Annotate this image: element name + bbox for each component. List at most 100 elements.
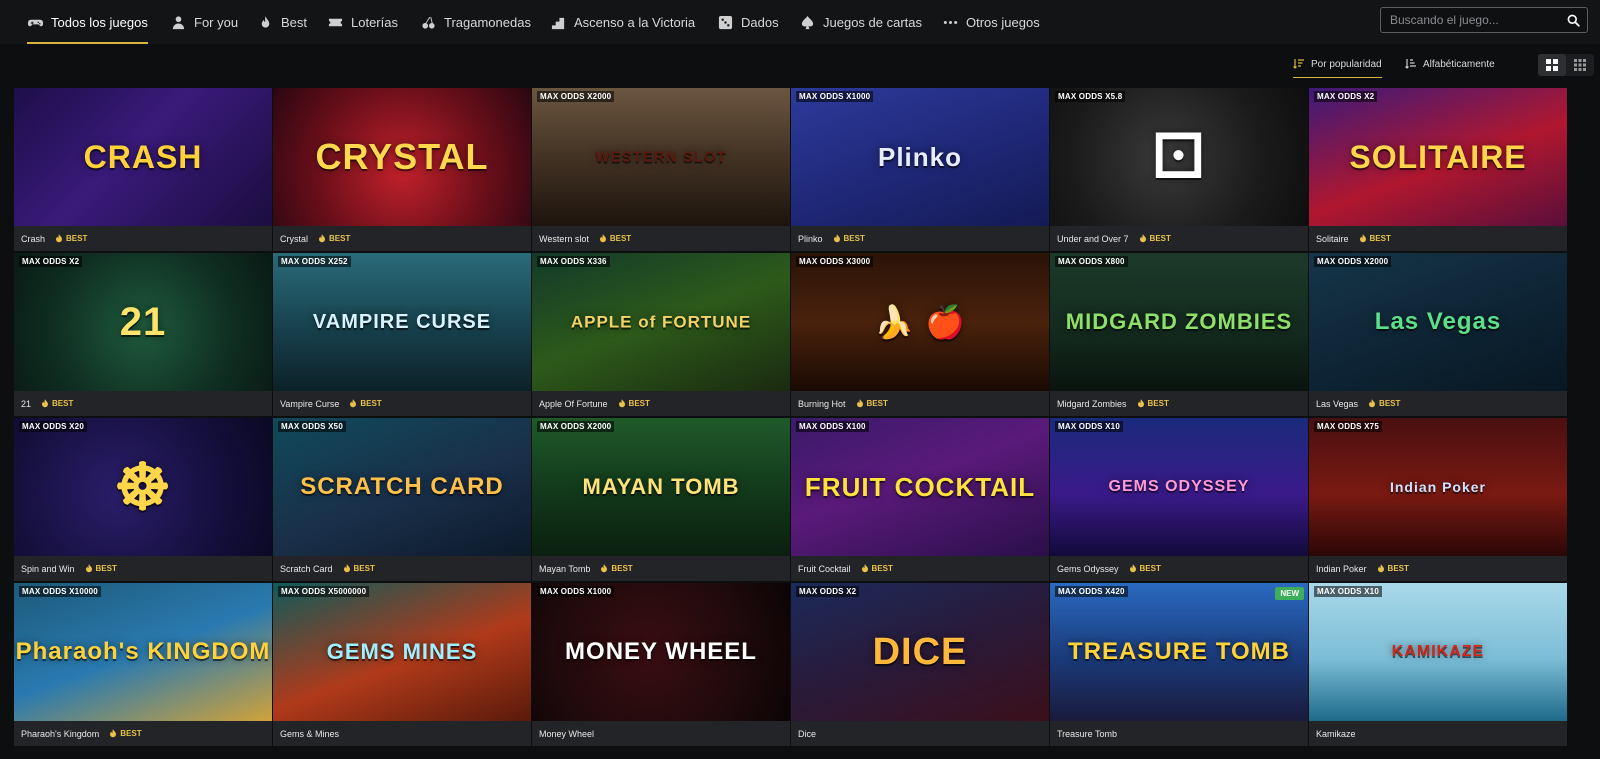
game-card[interactable]: VAMPIRE CURSE MAX ODDS X252 Vampire Curse B… [273,253,531,416]
game-footer: Treasure Tomb [1050,721,1308,746]
sort-bar: Por popularidad Alfabéticamente [0,52,1600,78]
game-card[interactable]: GEMS ODYSSEY MAX ODDS X10 Gems Odyssey BEST [1050,418,1308,581]
sort-alphabetically[interactable]: Alfabéticamente [1405,52,1495,76]
game-thumbnail[interactable]: 21 MAX ODDS X2 [14,253,272,391]
best-label: BEST [611,564,633,573]
game-thumbnail[interactable]: KAMIKAZE MAX ODDS X10 [1309,583,1567,721]
game-thumbnail[interactable]: Pharaoh's KINGDOM MAX ODDS X10000 [14,583,272,721]
search-icon[interactable] [1559,8,1587,32]
game-footer: Gems & Mines [273,721,531,746]
game-thumbnail[interactable]: Plinko MAX ODDS X1000 [791,88,1049,226]
sort-label: Alfabéticamente [1423,58,1495,70]
game-art-title: APPLE of FORTUNE [570,312,752,332]
game-art-title: Plinko [877,142,962,172]
search-input[interactable] [1381,8,1559,32]
game-thumbnail[interactable]: TREASURE TOMB MAX ODDS X420 NEW [1050,583,1308,721]
nav-tab-label: Tragamonedas [444,14,531,30]
best-badge: BEST [343,564,375,573]
flame-icon [319,234,326,243]
game-name: Under and Over 7 [1057,233,1129,244]
max-odds-label: MAX ODDS X420 [1055,586,1128,597]
game-card[interactable]: 🍌 🍎 MAX ODDS X3000 Burning Hot BEST [791,253,1049,416]
max-odds-label: MAX ODDS X2 [19,256,83,267]
game-card[interactable]: TREASURE TOMB MAX ODDS X420 NEW Treasure To… [1050,583,1308,746]
game-card[interactable]: FRUIT COCKTAIL MAX ODDS X100 Fruit Cocktai… [791,418,1049,581]
best-label: BEST [628,399,650,408]
game-name: Western slot [539,233,589,244]
game-card[interactable]: WESTERN SLOT MAX ODDS X2000 Western slot BE… [532,88,790,251]
game-thumbnail[interactable]: GEMS ODYSSEY MAX ODDS X10 [1050,418,1308,556]
game-thumbnail[interactable]: CRASH [14,88,272,226]
game-art-title: KAMIKAZE [1391,643,1485,660]
nav-tab-tragamonedas[interactable]: Tragamonedas [420,0,531,44]
game-card[interactable]: SCRATCH CARD MAX ODDS X50 Scratch Card BEST [273,418,531,581]
game-thumbnail[interactable]: DICE MAX ODDS X2 [791,583,1049,721]
game-footer: Money Wheel [532,721,790,746]
max-odds-label: MAX ODDS X3000 [796,256,874,267]
nav-tab-best[interactable]: Best [257,0,307,44]
max-odds-label: MAX ODDS X75 [1314,421,1382,432]
game-card[interactable]: MAYAN TOMB MAX ODDS X2000 Mayan Tomb BEST [532,418,790,581]
game-thumbnail[interactable]: SCRATCH CARD MAX ODDS X50 [273,418,531,556]
game-card[interactable]: ☸ MAX ODDS X20 Spin and Win BEST [14,418,272,581]
game-card[interactable]: GEMS MINES MAX ODDS X5000000 Gems & Mines [273,583,531,746]
game-thumbnail[interactable]: GEMS MINES MAX ODDS X5000000 [273,583,531,721]
best-badge: BEST [861,564,893,573]
game-card[interactable]: 21 MAX ODDS X2 21 BEST [14,253,272,416]
max-odds-label: MAX ODDS X100 [796,421,869,432]
nav-tab-ascenso[interactable]: Ascenso a la Victoria [550,0,695,44]
best-badge: BEST [41,399,73,408]
game-card[interactable]: Plinko MAX ODDS X1000 Plinko BEST [791,88,1049,251]
game-thumbnail[interactable]: Indian Poker MAX ODDS X75 [1309,418,1567,556]
game-thumbnail[interactable]: ⚀ MAX ODDS X5.8 [1050,88,1308,226]
game-card[interactable]: Indian Poker MAX ODDS X75 Indian Poker BEST [1309,418,1567,581]
grid-view-button[interactable] [1538,54,1566,76]
game-thumbnail[interactable]: ☸ MAX ODDS X20 [14,418,272,556]
flame-icon [618,399,625,408]
best-label: BEST [1139,564,1161,573]
sort-by-popularity[interactable]: Por popularidad [1293,52,1382,78]
best-label: BEST [95,564,117,573]
game-thumbnail[interactable]: MONEY WHEEL MAX ODDS X1000 [532,583,790,721]
game-card[interactable]: ⚀ MAX ODDS X5.8 Under and Over 7 BEST [1050,88,1308,251]
nav-tab-loterias[interactable]: Loterías [327,0,398,44]
game-card[interactable]: DICE MAX ODDS X2 Dice [791,583,1049,746]
game-card[interactable]: Las Vegas MAX ODDS X2000 Las Vegas BEST [1309,253,1567,416]
compact-grid-view-button[interactable] [1566,54,1594,76]
nav-tab-otros-juegos[interactable]: Otros juegos [942,0,1040,44]
game-thumbnail[interactable]: 🍌 🍎 MAX ODDS X3000 [791,253,1049,391]
game-thumbnail[interactable]: VAMPIRE CURSE MAX ODDS X252 [273,253,531,391]
game-name: Apple Of Fortune [539,398,608,409]
nav-tab-juegos-de-cartas[interactable]: Juegos de cartas [799,0,922,44]
flame-icon [1369,399,1376,408]
nav-tab-for-you[interactable]: For you [170,0,238,44]
game-card[interactable]: MONEY WHEEL MAX ODDS X1000 Money Wheel [532,583,790,746]
game-name: Mayan Tomb [539,563,591,574]
game-thumbnail[interactable]: Las Vegas MAX ODDS X2000 [1309,253,1567,391]
game-name: Fruit Cocktail [798,563,851,574]
game-art-title: TREASURE TOMB [1068,638,1290,665]
game-thumbnail[interactable]: FRUIT COCKTAIL MAX ODDS X100 [791,418,1049,556]
game-thumbnail[interactable]: MIDGARD ZOMBIES MAX ODDS X800 [1050,253,1308,391]
game-thumbnail[interactable]: APPLE of FORTUNE MAX ODDS X336 [532,253,790,391]
game-thumbnail[interactable]: MAYAN TOMB MAX ODDS X2000 [532,418,790,556]
flame-icon [257,14,273,30]
max-odds-label: MAX ODDS X20 [19,421,87,432]
flame-icon [1139,234,1146,243]
game-thumbnail[interactable]: CRYSTAL [273,88,531,226]
game-footer: Burning Hot BEST [791,391,1049,416]
game-card[interactable]: MIDGARD ZOMBIES MAX ODDS X800 Midgard Zomb… [1050,253,1308,416]
game-art-title: MIDGARD ZOMBIES [1065,309,1293,334]
game-card[interactable]: SOLITAIRE MAX ODDS X2 Solitaire BEST [1309,88,1567,251]
game-card[interactable]: Pharaoh's KINGDOM MAX ODDS X10000 Pharaoh'… [14,583,272,746]
game-card[interactable]: KAMIKAZE MAX ODDS X10 Kamikaze [1309,583,1567,746]
game-footer: Crystal BEST [273,226,531,251]
game-thumbnail[interactable]: WESTERN SLOT MAX ODDS X2000 [532,88,790,226]
game-card[interactable]: CRASH Crash BEST [14,88,272,251]
game-art-title: CRYSTAL [315,136,489,177]
game-thumbnail[interactable]: SOLITAIRE MAX ODDS X2 [1309,88,1567,226]
game-card[interactable]: APPLE of FORTUNE MAX ODDS X336 Apple Of Fo… [532,253,790,416]
nav-tab-dados[interactable]: Dados [717,0,779,44]
nav-tab-todos-los-juegos[interactable]: Todos los juegos [27,0,148,44]
game-card[interactable]: CRYSTAL Crystal BEST [273,88,531,251]
